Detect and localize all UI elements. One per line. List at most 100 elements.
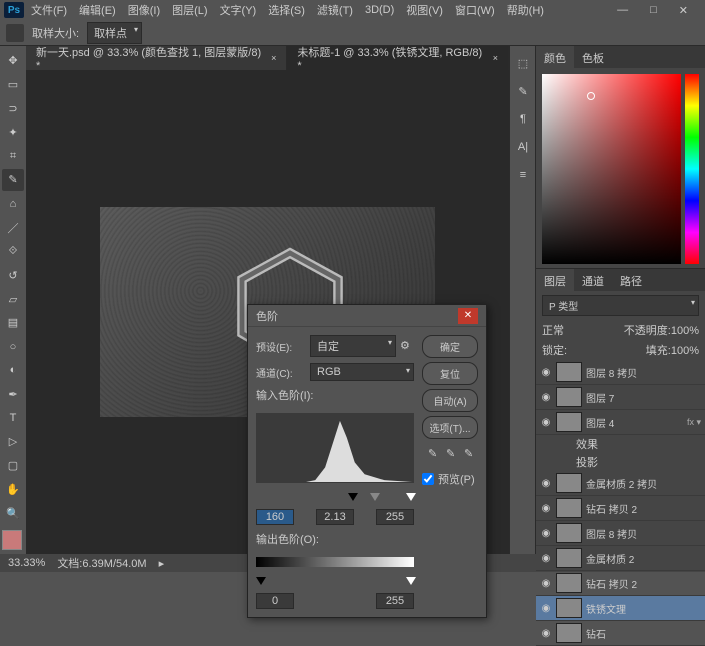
layer-name[interactable]: 钻石 拷贝 2 [586, 501, 701, 516]
layer-thumb[interactable] [556, 473, 582, 493]
tab-close-icon[interactable]: × [493, 53, 498, 63]
preset-dropdown[interactable]: 自定 [310, 335, 396, 357]
preview-checkbox-input[interactable] [422, 473, 434, 485]
visibility-icon[interactable]: ◉ [540, 553, 552, 564]
input-white-field[interactable] [376, 509, 414, 525]
output-gradient[interactable] [256, 557, 414, 567]
menu-layer[interactable]: 图层(L) [167, 0, 212, 20]
layer-name[interactable]: 金属材质 2 [586, 551, 701, 566]
auto-button[interactable]: 自动(A) [422, 389, 478, 412]
heal-tool-icon[interactable]: ⌂ [2, 193, 24, 215]
visibility-icon[interactable]: ◉ [540, 578, 552, 589]
layer-thumb[interactable] [556, 548, 582, 568]
visibility-icon[interactable]: ◉ [540, 478, 552, 489]
output-black-field[interactable] [256, 593, 294, 609]
shape-tool-icon[interactable]: ▢ [2, 455, 24, 477]
gamma-handle[interactable] [370, 493, 380, 501]
dodge-tool-icon[interactable]: ◐ [2, 360, 24, 382]
layer-row[interactable]: ◉ 金属材质 2 拷贝 [536, 471, 705, 496]
layer-row[interactable]: ◉图层 8 拷贝 [536, 360, 705, 385]
layer-row[interactable]: ◉图层 4fx ▾ [536, 410, 705, 435]
menu-3d[interactable]: 3D(D) [360, 2, 399, 18]
layer-row[interactable]: ◉ 铁锈文理 [536, 596, 705, 621]
visibility-icon[interactable]: ◉ [540, 628, 552, 639]
document-tab-2[interactable]: 未标题-1 @ 33.3% (铁锈文理, RGB/8) * × [287, 46, 509, 70]
menu-type[interactable]: 文字(Y) [215, 0, 262, 20]
layer-kind-dropdown[interactable]: P 类型 [542, 295, 699, 316]
layer-thumb[interactable] [556, 412, 582, 432]
layer-thumb[interactable] [556, 598, 582, 618]
layer-effect-row[interactable]: 投影 [536, 453, 705, 471]
current-tool-icon[interactable] [6, 24, 24, 42]
input-slider[interactable] [256, 493, 414, 503]
stamp-tool-icon[interactable]: ⟐ [2, 241, 24, 263]
output-white-field[interactable] [376, 593, 414, 609]
layer-row[interactable]: ◉ 钻石 拷贝 2 [536, 496, 705, 521]
white-eyedropper-icon[interactable]: ✎ [464, 447, 478, 461]
out-white-handle[interactable] [406, 577, 416, 585]
preview-checkbox[interactable]: 预览(P) [422, 471, 478, 487]
window-minimize-icon[interactable]: — [612, 2, 633, 19]
preset-gear-icon[interactable]: ⚙ [400, 339, 414, 353]
menu-help[interactable]: 帮助(H) [502, 0, 549, 20]
pen-tool-icon[interactable]: ✒ [2, 383, 24, 405]
hue-slider[interactable] [685, 74, 699, 264]
layer-name[interactable]: 金属材质 2 拷贝 [586, 476, 701, 491]
output-slider[interactable] [256, 577, 414, 587]
panel-icon-4[interactable]: A| [512, 136, 534, 158]
marquee-tool-icon[interactable]: ▭ [2, 74, 24, 96]
layer-thumb[interactable] [556, 362, 582, 382]
dialog-close-button[interactable]: ✕ [458, 308, 478, 324]
layer-name[interactable]: 图层 4 [586, 415, 683, 430]
ok-button[interactable]: 确定 [422, 335, 478, 358]
brush-tool-icon[interactable]: ／ [2, 217, 24, 239]
swatches-panel-tab[interactable]: 色板 [574, 46, 612, 68]
foreground-color-swatch[interactable] [2, 530, 22, 550]
layer-name[interactable]: 铁锈文理 [586, 601, 701, 616]
opacity-value[interactable]: 100% [671, 325, 699, 337]
blur-tool-icon[interactable]: ○ [2, 336, 24, 358]
tab-close-icon[interactable]: × [271, 53, 276, 63]
panel-icon-5[interactable]: ≡ [512, 164, 534, 186]
out-black-handle[interactable] [256, 577, 266, 585]
visibility-icon[interactable]: ◉ [540, 503, 552, 514]
fx-badge[interactable]: fx ▾ [687, 417, 701, 428]
zoom-tool-icon[interactable]: 🔍 [2, 502, 24, 524]
sample-size-dropdown[interactable]: 取样点 [87, 22, 142, 44]
layers-tab[interactable]: 图层 [536, 269, 574, 291]
layer-row[interactable]: ◉ 图层 8 拷贝 [536, 521, 705, 546]
eraser-tool-icon[interactable]: ▱ [2, 288, 24, 310]
zoom-level[interactable]: 33.33% [8, 557, 45, 569]
visibility-icon[interactable]: ◉ [540, 367, 552, 378]
layer-row[interactable]: ◉图层 7 [536, 385, 705, 410]
layer-name[interactable]: 钻石 拷贝 2 [586, 576, 701, 591]
input-gamma-field[interactable] [316, 509, 354, 525]
layer-name[interactable]: 图层 7 [586, 390, 701, 405]
paths-tab[interactable]: 路径 [612, 269, 650, 291]
wand-tool-icon[interactable]: ✦ [2, 121, 24, 143]
visibility-icon[interactable]: ◉ [540, 528, 552, 539]
channel-dropdown[interactable]: RGB [310, 363, 414, 381]
layer-thumb[interactable] [556, 523, 582, 543]
layer-row[interactable]: ◉ 金属材质 2 [536, 546, 705, 571]
layer-row[interactable]: ◉钻石 [536, 621, 705, 646]
menu-file[interactable]: 文件(F) [26, 0, 72, 20]
visibility-icon[interactable]: ◉ [540, 603, 552, 614]
black-point-handle[interactable] [348, 493, 358, 501]
menu-view[interactable]: 视图(V) [401, 0, 448, 20]
menu-window[interactable]: 窗口(W) [450, 0, 500, 20]
window-maximize-icon[interactable]: □ [645, 2, 662, 19]
move-tool-icon[interactable]: ✥ [2, 50, 24, 72]
layer-name[interactable]: 图层 8 拷贝 [586, 526, 701, 541]
fill-value[interactable]: 100% [671, 345, 699, 357]
options-button[interactable]: 选项(T)... [422, 416, 478, 439]
type-tool-icon[interactable]: T [2, 407, 24, 429]
channels-tab[interactable]: 通道 [574, 269, 612, 291]
history-brush-tool-icon[interactable]: ↺ [2, 264, 24, 286]
layer-row[interactable]: ◉ 钻石 拷贝 2 [536, 571, 705, 596]
dialog-titlebar[interactable]: 色阶 ✕ [248, 305, 486, 327]
menu-edit[interactable]: 编辑(E) [74, 0, 121, 20]
black-eyedropper-icon[interactable]: ✎ [428, 447, 442, 461]
layer-thumb[interactable] [556, 573, 582, 593]
panel-icon-3[interactable]: ¶ [512, 108, 534, 130]
